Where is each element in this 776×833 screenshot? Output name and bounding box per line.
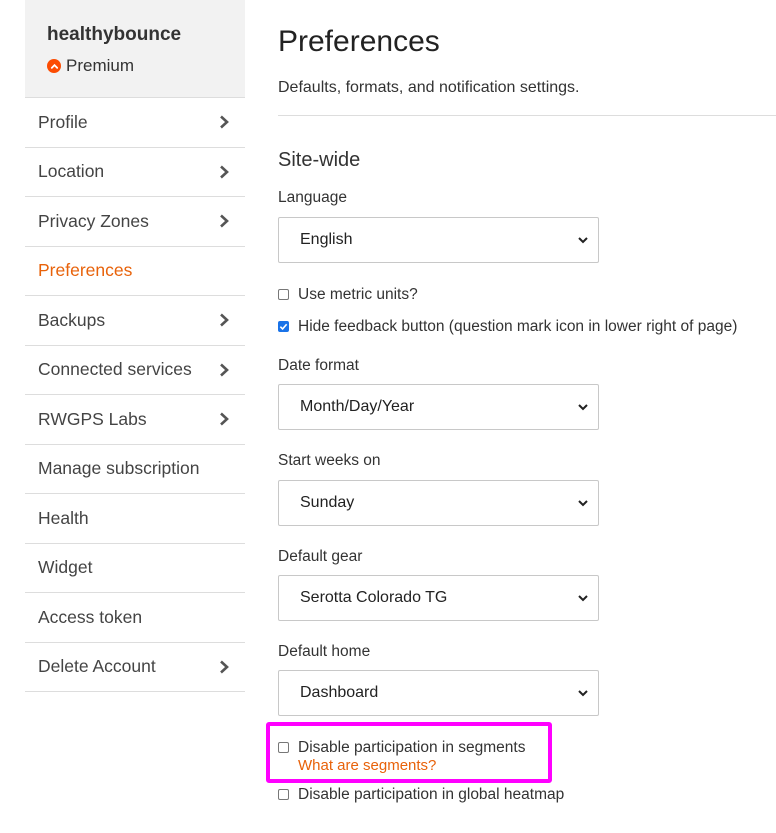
start-weeks-label: Start weeks on — [278, 452, 381, 469]
chevron-down-icon — [578, 690, 588, 697]
default-home-label: Default home — [278, 643, 371, 660]
preferences-panel: Preferences Defaults, formats, and notif… — [278, 0, 776, 804]
hide-feedback-label: Hide feedback button (question mark icon… — [298, 318, 738, 335]
default-home-select[interactable]: Dashboard — [278, 670, 599, 716]
default-gear-label: Default gear — [278, 548, 363, 565]
account-card: healthybounce Premium — [25, 0, 245, 98]
sidebar-item-label: Access token — [38, 606, 143, 627]
plan-badge: Premium — [47, 56, 245, 76]
sidebar-item-preferences[interactable]: Preferences — [25, 247, 245, 296]
sidebar-item-label: Location — [38, 161, 105, 182]
sidebar-item-label: Delete Account — [38, 656, 156, 677]
sidebar-item-label: Privacy Zones — [38, 210, 149, 231]
default-home-value: Dashboard — [300, 684, 379, 701]
disable-heatmap-checkbox[interactable] — [278, 789, 289, 800]
metric-units-checkbox[interactable] — [278, 289, 289, 300]
default-gear-value: Serotta Colorado TG — [300, 589, 448, 606]
date-format-select[interactable]: Month/Day/Year — [278, 384, 599, 430]
sidebar-item-profile[interactable]: Profile — [25, 98, 245, 148]
chevron-right-icon — [220, 363, 229, 377]
sidebar-item-label: Preferences — [38, 260, 133, 281]
sidebar-item-connected-services[interactable]: Connected services — [25, 346, 245, 395]
sidebar-item-label: Profile — [38, 111, 88, 132]
disable-heatmap-label: Disable participation in global heatmap — [298, 786, 565, 803]
metric-units-option[interactable]: Use metric units? — [278, 286, 776, 304]
language-select[interactable]: English — [278, 217, 599, 263]
chevron-down-icon — [578, 404, 588, 411]
default-gear-select[interactable]: Serotta Colorado TG — [278, 575, 599, 621]
section-title: Site-wide — [278, 149, 361, 171]
sidebar-item-label: RWGPS Labs — [38, 408, 147, 429]
sidebar-item-label: Backups — [38, 309, 106, 330]
chevron-down-icon — [578, 500, 588, 507]
sidebar-item-label: Health — [38, 507, 89, 528]
hide-feedback-checkbox[interactable] — [278, 321, 289, 332]
page-title: Preferences — [278, 25, 440, 58]
sidebar-item-label: Connected services — [38, 359, 192, 380]
sidebar-item-backups[interactable]: Backups — [25, 296, 245, 346]
page-subtitle: Defaults, formats, and notification sett… — [278, 79, 580, 96]
language-label: Language — [278, 189, 347, 206]
hide-feedback-option[interactable]: Hide feedback button (question mark icon… — [278, 318, 776, 336]
language-value: English — [300, 231, 353, 248]
chevron-right-icon — [220, 660, 229, 674]
metric-units-label: Use metric units? — [298, 286, 418, 303]
sidebar-item-access-token[interactable]: Access token — [25, 593, 245, 643]
chevron-right-icon — [220, 165, 229, 179]
sidebar-item-manage-subscription[interactable]: Manage subscription — [25, 445, 245, 494]
username: healthybounce — [47, 24, 182, 45]
chevron-down-icon — [578, 237, 588, 244]
chevron-right-icon — [220, 115, 229, 129]
plan-label: Premium — [66, 56, 135, 75]
divider — [278, 115, 776, 116]
highlight-box — [266, 722, 552, 783]
sidebar-item-location[interactable]: Location — [25, 148, 245, 197]
date-format-label: Date format — [278, 357, 359, 374]
sidebar-item-rwgps-labs[interactable]: RWGPS Labs — [25, 395, 245, 445]
premium-icon — [47, 59, 61, 73]
date-format-value: Month/Day/Year — [300, 398, 415, 415]
chevron-right-icon — [220, 412, 229, 426]
sidebar-item-privacy-zones[interactable]: Privacy Zones — [25, 197, 245, 247]
sidebar-item-label: Manage subscription — [38, 458, 200, 479]
sidebar-item-widget[interactable]: Widget — [25, 544, 245, 593]
settings-sidebar: healthybounce Premium Profile Location P… — [25, 0, 245, 692]
disable-heatmap-option[interactable]: Disable participation in global heatmap — [278, 786, 776, 804]
sidebar-item-label: Widget — [38, 557, 93, 578]
chevron-down-icon — [578, 595, 588, 602]
chevron-right-icon — [220, 214, 229, 228]
start-weeks-value: Sunday — [300, 494, 355, 511]
checkmark-icon — [279, 323, 288, 331]
start-weeks-select[interactable]: Sunday — [278, 480, 599, 526]
chevron-right-icon — [220, 313, 229, 327]
sidebar-item-health[interactable]: Health — [25, 494, 245, 544]
sidebar-item-delete-account[interactable]: Delete Account — [25, 643, 245, 692]
